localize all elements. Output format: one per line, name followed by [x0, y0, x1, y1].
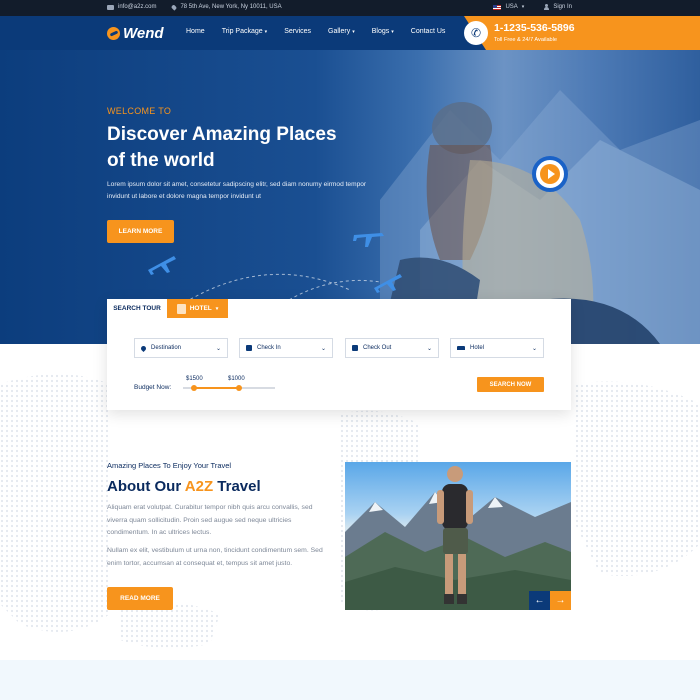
logo[interactable]: Wend: [107, 25, 164, 42]
logo-mark-icon: [107, 27, 120, 40]
search-now-button[interactable]: SEARCH NOW: [477, 377, 544, 392]
arrow-left-icon: ←: [534, 595, 545, 606]
nav-item-trip-package[interactable]: Trip Package ▾: [222, 28, 268, 35]
about-title-highlight: A2Z: [184, 478, 214, 495]
us-flag-icon: [493, 4, 502, 10]
nav-item-label: Gallery: [328, 28, 351, 35]
bed-icon: [457, 346, 465, 350]
chevron-down-icon: ▾: [391, 28, 394, 35]
about-subtitle: Amazing Places To Enjoy Your Travel: [107, 461, 232, 470]
chevron-down-icon: ▾: [215, 305, 219, 312]
nav-item-blogs[interactable]: Blogs ▾: [372, 28, 394, 35]
check-out-label: Check Out: [363, 345, 392, 351]
hotel-label: Hotel: [470, 345, 485, 351]
budget-slider-range: [193, 387, 239, 389]
nav-item-label: Blogs: [371, 28, 390, 35]
chevron-down-icon: ⌄: [320, 345, 326, 352]
address-text: 78 5th Ave, New York, Ny 10011, USA: [180, 4, 282, 10]
nav-item-home[interactable]: Home: [186, 28, 205, 35]
calendar-icon: [352, 345, 358, 351]
hotel-select[interactable]: Hotel ⌄: [450, 338, 544, 358]
tab-hotel[interactable]: HOTEL ▾: [167, 299, 228, 318]
next-section-band: [0, 660, 700, 700]
top-bar: info@a2z.com 78 5th Ave, New York, Ny 10…: [0, 0, 700, 16]
budget-min-value: $1500: [186, 376, 203, 382]
mail-icon: [107, 4, 114, 10]
email-text[interactable]: info@a2z.com: [118, 4, 156, 10]
language-text[interactable]: USA: [505, 4, 517, 10]
carousel-next-button[interactable]: →: [550, 591, 571, 610]
location-pin-icon: [171, 3, 178, 11]
check-in-label: Check In: [257, 345, 281, 351]
airplane-icon: [353, 233, 384, 247]
destination-select[interactable]: Destination ⌄: [134, 338, 228, 358]
check-in-field[interactable]: Check In ⌄: [239, 338, 333, 358]
phone-number[interactable]: 1-1235-536-5896: [494, 22, 575, 34]
hero-title-line1: Discover Amazing Places: [107, 124, 337, 145]
about-photo: [345, 462, 571, 610]
budget-slider-min-handle[interactable]: [191, 385, 197, 391]
signin-link[interactable]: Sign In: [544, 4, 572, 10]
about-title-post: Travel: [213, 478, 261, 495]
nav-item-label: Trip Package: [221, 28, 263, 35]
hero-welcome: WELCOME TO: [107, 106, 172, 116]
nav-item-gallery[interactable]: Gallery ▾: [328, 28, 355, 35]
hotel-icon: [176, 303, 186, 314]
budget-slider-max-handle[interactable]: [236, 385, 242, 391]
destination-label: Destination: [151, 345, 182, 351]
calendar-icon: [246, 345, 252, 351]
nav-item-label: Services: [284, 28, 312, 35]
about-paragraph-2: Nullam ex elit, vestibulum ut urna non, …: [107, 547, 323, 567]
hero-description: Lorem ipsum dolor sit amet, consetetur s…: [107, 181, 367, 200]
learn-more-button[interactable]: LEARN MORE: [107, 220, 174, 243]
arrow-right-icon: →: [555, 595, 566, 606]
email-info[interactable]: info@a2z.com: [107, 4, 156, 10]
signin-text[interactable]: Sign In: [553, 4, 572, 10]
nav-item-services[interactable]: Services: [284, 28, 311, 35]
airplane-icon: [148, 256, 176, 275]
tab-hotel-label: HOTEL: [189, 305, 212, 312]
user-icon: [544, 4, 550, 10]
chevron-down-icon: ⌄: [531, 345, 537, 352]
carousel-prev-button[interactable]: ←: [529, 591, 550, 610]
read-more-button[interactable]: READ MORE: [107, 587, 173, 610]
nav-item-label: Contact Us: [410, 28, 446, 35]
chevron-down-icon: ▾: [264, 28, 268, 35]
chevron-down-icon: ⌄: [215, 345, 221, 352]
logo-text: Wend: [123, 25, 164, 42]
play-video-button[interactable]: [532, 156, 568, 192]
nav-item-contact-us[interactable]: Contact Us: [411, 28, 446, 35]
hero-title: Discover Amazing Places of the world: [107, 122, 407, 174]
check-out-field[interactable]: Check Out ⌄: [345, 338, 439, 358]
chevron-down-icon: ⌄: [426, 345, 432, 352]
language-selector[interactable]: USA ▾: [493, 4, 524, 10]
budget-label: Budget Now:: [134, 384, 172, 391]
about-title-pre: About Our: [107, 478, 185, 495]
play-icon: [540, 164, 560, 184]
location-pin-icon: [139, 344, 148, 352]
main-nav: Home Trip Package ▾ Services Gallery ▾ Blogs ▾ C…: [186, 28, 462, 35]
chevron-down-icon: ▾: [521, 4, 525, 10]
phone-availability: Toll Free & 24/7 Available: [494, 37, 558, 43]
tab-search-tour[interactable]: SEARCH TOUR: [107, 299, 167, 318]
hiker-mountain-image: [345, 466, 571, 610]
phone-icon: ✆: [464, 21, 488, 45]
chevron-down-icon: ▾: [352, 28, 355, 35]
hero-title-line2: of the world: [107, 150, 215, 171]
about-paragraph-1: Aliquam erat volutpat. Curabitur tempor …: [107, 504, 313, 536]
about-title: About Our A2Z Travel: [107, 478, 261, 495]
budget-max-value: $1000: [228, 376, 245, 382]
nav-item-label: Home: [186, 28, 205, 35]
address-info: 78 5th Ave, New York, Ny 10011, USA: [171, 3, 282, 11]
airplane-icon: [374, 274, 402, 293]
